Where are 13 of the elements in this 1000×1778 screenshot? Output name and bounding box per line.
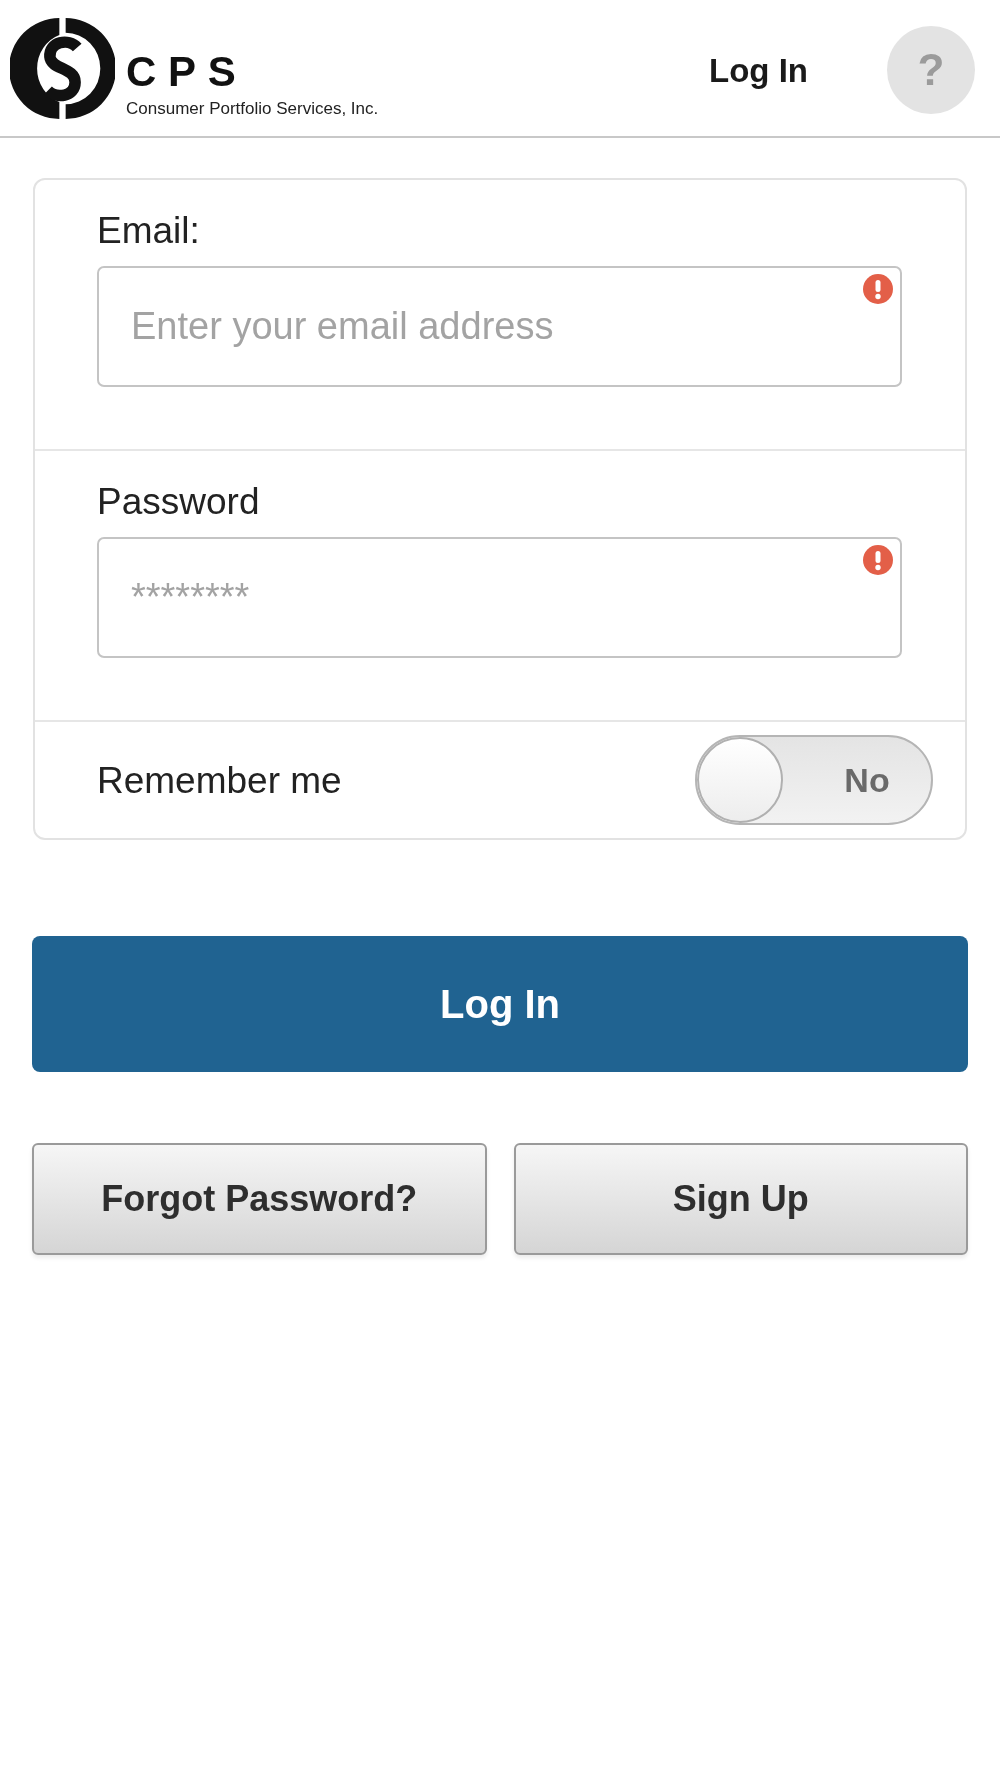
sign-up-button[interactable]: Sign Up (513, 1143, 968, 1255)
logo-wordmark: CPS (126, 51, 248, 93)
page-title: Log In (709, 53, 808, 87)
forgot-password-button[interactable]: Forgot Password? (32, 1143, 487, 1255)
email-field[interactable]: Enter your email address (97, 266, 902, 387)
remember-toggle[interactable]: No (695, 735, 933, 825)
password-label: Password (97, 480, 260, 524)
email-label: Email: (97, 209, 200, 253)
logo-icon (10, 16, 115, 121)
password-field[interactable]: ******** (97, 537, 902, 658)
remember-me-label: Remember me (97, 761, 342, 799)
login-button[interactable]: Log In (32, 936, 968, 1072)
company-name: Consumer Portfolio Services, Inc. (126, 100, 379, 117)
